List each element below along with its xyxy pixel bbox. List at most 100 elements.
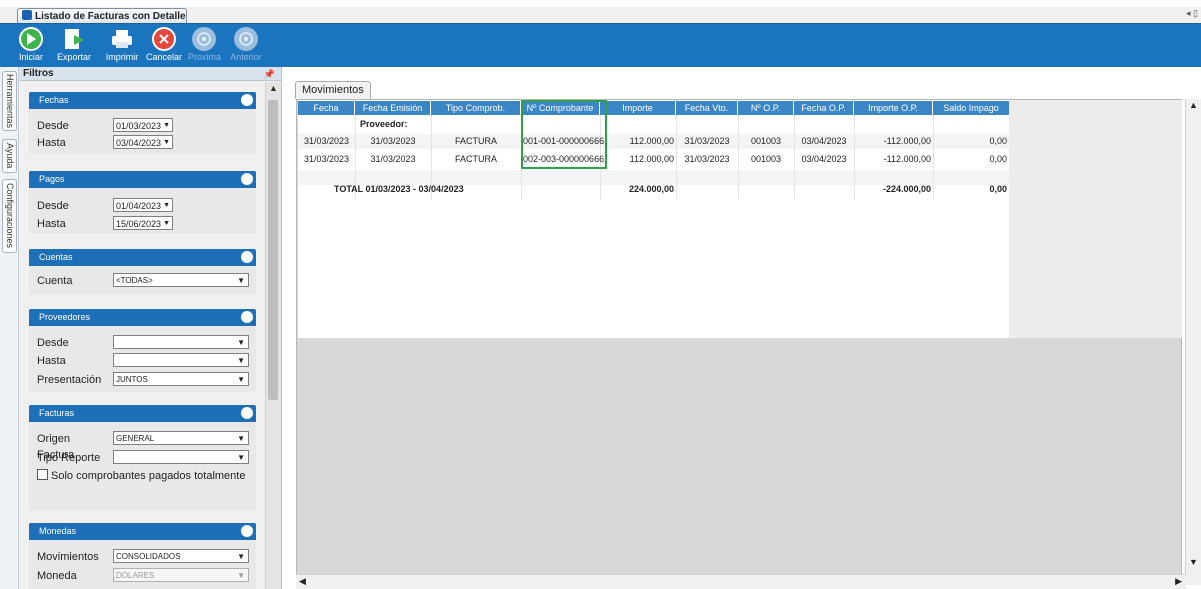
col-header-fecha-emision[interactable]: Fecha Emisión [355, 101, 431, 115]
pagos-hasta-field[interactable]: 15/06/2023 ▼ [113, 216, 173, 230]
proveedor-desde-label: Desde [37, 337, 69, 349]
tipo-reporte-select[interactable]: ▼ [113, 450, 249, 464]
col-header-importe-op[interactable]: Importe O.P. [854, 101, 933, 115]
collapse-icon[interactable] [241, 525, 253, 537]
cuenta-value: <TODAS> [116, 276, 153, 285]
proveedor-hasta-select[interactable]: ▼ [113, 353, 249, 367]
total-importe: 224.000,00 [628, 184, 674, 194]
cuenta-select[interactable]: <TODAS> ▼ [113, 273, 249, 287]
group-pagos: Pagos Desde 01/04/2023 ▼ Hasta 15/06/2023… [29, 171, 256, 233]
grid-horizontal-scrollbar[interactable]: ◀ ▶ [296, 574, 1186, 589]
col-header-nro-op[interactable]: Nº O.P. [738, 101, 794, 115]
filter-panel-title: Filtros [23, 68, 54, 79]
export-icon [62, 27, 86, 51]
fechas-desde-row: Desde 01/03/2023 ▼ [37, 118, 173, 134]
fechas-hasta-field[interactable]: 03/04/2023 ▼ [113, 135, 173, 149]
proveedor-desde-select[interactable]: ▼ [113, 335, 249, 349]
iniciar-button[interactable]: Iniciar [14, 25, 48, 65]
group-monedas: Monedas Movimientos CONSOLIDADOS ▼ Moneda… [29, 523, 256, 589]
filter-panel: Filtros 📌 Fechas Desde 01/03/2023 ▼ Hasta… [19, 67, 282, 589]
group-title: Monedas [39, 526, 77, 536]
tab-movimientos[interactable]: Movimientos [295, 81, 371, 99]
fechas-desde-field[interactable]: 01/03/2023 ▼ [113, 118, 173, 132]
origen-factura-row: Origen Factura GENERAL ▼ [37, 431, 249, 461]
fechas-desde-label: Desde [37, 120, 69, 132]
imprimir-button[interactable]: Imprimir [104, 25, 140, 65]
side-tab-strip: Herramientas Ayuda Configuraciones [0, 67, 19, 589]
filter-panel-header: Filtros 📌 [19, 67, 281, 81]
cell-fecha-vto: 31/03/2023 [684, 154, 730, 164]
col-header-fecha-op[interactable]: Fecha O.P. [794, 101, 854, 115]
total-importe-op: -224.000,00 [882, 184, 931, 194]
col-header-importe[interactable]: Importe [600, 101, 676, 115]
proxima-label: Proxima [188, 52, 222, 62]
col-header-fecha-vto[interactable]: Fecha Vto. [676, 101, 738, 115]
moneda-label: Moneda [37, 570, 77, 582]
scroll-left-icon[interactable]: ◀ [299, 576, 306, 587]
pagos-desde-field[interactable]: 01/04/2023 ▼ [113, 198, 173, 212]
collapse-icon[interactable] [241, 407, 253, 419]
collapse-icon[interactable] [241, 251, 253, 263]
chevron-down-icon: ▼ [163, 139, 170, 146]
solo-pagados-label: Solo comprobantes pagados totalmente [51, 470, 246, 482]
group-row-proveedor: Proveedor: [360, 119, 408, 129]
moneda-select: DOLARES ▼ [113, 568, 249, 582]
cell-fecha-emision: 31/03/2023 [370, 136, 416, 146]
scroll-thumb[interactable] [268, 100, 278, 400]
grid-vertical-scrollbar[interactable]: ▲ ▼ [1185, 99, 1201, 585]
side-tab-ayuda[interactable]: Ayuda [2, 139, 17, 173]
collapse-icon[interactable] [241, 311, 253, 323]
group-title: Fechas [39, 95, 69, 105]
grid-container: Fecha Fecha Emisión Tipo Comprob. Nº Com… [296, 99, 1182, 585]
checkbox-box[interactable] [37, 469, 48, 480]
solo-pagados-checkbox[interactable]: Solo comprobantes pagados totalmente [37, 469, 245, 483]
chevron-down-icon: ▼ [163, 122, 170, 129]
anterior-label: Anterior [230, 52, 262, 62]
cell-fecha-op: 03/04/2023 [801, 154, 847, 164]
cancelar-button[interactable]: Cancelar [146, 25, 182, 65]
col-header-fecha[interactable]: Fecha [298, 101, 355, 115]
collapse-icon[interactable] [241, 94, 253, 106]
scroll-up-icon[interactable]: ▲ [1189, 100, 1198, 110]
group-proveedores: Proveedores Desde ▼ Hasta ▼ Presentación… [29, 309, 256, 392]
movimientos-grid: Fecha Fecha Emisión Tipo Comprob. Nº Com… [298, 100, 1009, 338]
scroll-up-icon[interactable]: ▲ [269, 83, 278, 93]
group-title: Pagos [39, 174, 65, 184]
cancel-icon [152, 27, 176, 51]
col-header-tipo-comprob[interactable]: Tipo Comprob. [431, 101, 521, 115]
collapse-icon[interactable] [241, 173, 253, 185]
col-header-saldo-impago[interactable]: Saldo Impago [933, 101, 1009, 115]
anterior-button[interactable]: Anterior [228, 25, 264, 65]
next-icon [192, 27, 216, 51]
side-tab-configuraciones[interactable]: Configuraciones [2, 179, 17, 253]
proveedor-hasta-row: Hasta ▼ [37, 353, 249, 369]
pin-icon[interactable]: 📌 [264, 67, 275, 81]
scroll-right-icon[interactable]: ▶ [1175, 576, 1182, 587]
cell-importe-op: -112.000,00 [883, 154, 931, 164]
exportar-button[interactable]: Exportar [54, 25, 94, 65]
proxima-button[interactable]: Proxima [188, 25, 222, 65]
cancelar-label: Cancelar [146, 52, 183, 62]
movimientos-select[interactable]: CONSOLIDADOS ▼ [113, 549, 249, 563]
group-facturas-header: Facturas [29, 405, 256, 422]
group-fechas-header: Fechas [29, 92, 256, 109]
highlight-box [521, 100, 607, 169]
side-tab-herramientas[interactable]: Herramientas [2, 71, 17, 131]
chevron-down-icon: ▼ [237, 375, 245, 384]
tab-scroll-arrows-icon[interactable]: ◂ ▯ [1186, 8, 1198, 19]
presentacion-select[interactable]: JUNTOS ▼ [113, 372, 249, 386]
scroll-down-icon[interactable]: ▼ [1189, 557, 1198, 567]
origen-factura-value: GENERAL [116, 434, 155, 443]
pagos-hasta-value: 15/06/2023 [116, 219, 162, 229]
proveedor-hasta-label: Hasta [37, 355, 66, 367]
group-cuentas: Cuentas Cuenta <TODAS> ▼ [29, 249, 256, 294]
filter-scrollbar[interactable]: ▲ [265, 82, 281, 589]
grid-empty-area [1009, 100, 1182, 338]
pagos-hasta-row: Hasta 15/06/2023 ▼ [37, 216, 173, 232]
origen-factura-select[interactable]: GENERAL ▼ [113, 431, 249, 445]
report-icon [22, 10, 32, 20]
fechas-desde-value: 01/03/2023 [116, 121, 162, 131]
tipo-reporte-label: Tipo Reporte [37, 452, 101, 464]
document-tab[interactable]: Listado de Facturas con Detalle d... [17, 8, 187, 23]
chevron-down-icon: ▼ [237, 434, 245, 443]
